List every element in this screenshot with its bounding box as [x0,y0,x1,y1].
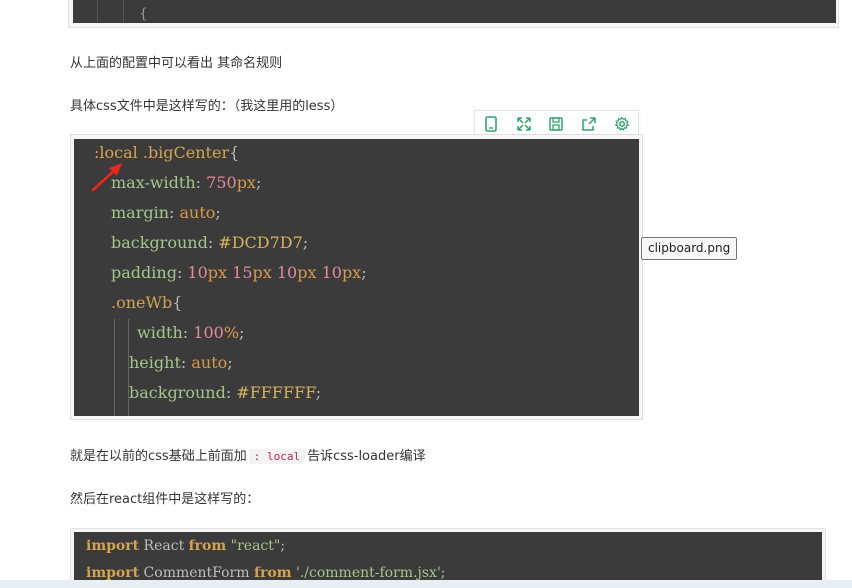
annotation-arrow-icon [91,163,122,192]
code-line-9: background: #FFFFFF; [129,383,322,402]
paragraph-local-prefix-text: 就是在以前的css基础上前面加 [70,449,247,464]
code-line-5: padding: 10px 15px 10px 10px; [111,263,367,282]
import-line-1: import React from "react"; [86,538,286,554]
settings-icon[interactable] [612,114,632,134]
code-line-4: background: #DCD7D7; [111,233,309,252]
code-line-8: height: auto; [129,353,233,372]
paragraph-react-component: 然后在react组件中是这样写的： [70,492,260,507]
bottom-edge-strip [0,580,852,588]
paragraph-naming-rule: 从上面的配置中可以看出 其命名规则 [70,56,283,71]
fullscreen-icon[interactable] [514,114,534,134]
paragraph-local-suffix-text: 告诉css-loader编译 [307,449,426,464]
code-line-7: width: 100%; [137,323,245,342]
save-icon[interactable] [546,114,566,134]
share-icon[interactable] [579,114,599,134]
code-line-6: .oneWb{ [111,293,183,312]
code-line-3: margin: auto; [111,203,221,222]
top-code-brace: { [139,6,148,22]
code-image[interactable]: :local .bigCenter{ max-width: 750px; mar… [74,139,639,416]
code-line-2: max-width: 750px; [111,173,262,192]
mobile-icon[interactable] [481,114,501,134]
top-code-block [73,0,836,23]
import-line-2: import CommentForm from './comment-form.… [86,565,446,581]
inline-code-local: : local [248,449,306,464]
image-filename-tooltip: clipboard.png [641,237,738,260]
paragraph-css-file: 具体css文件中是这样写的：（我这里用的less） [70,99,344,114]
paragraph-local-prefix: 就是在以前的css基础上前面加: local 告诉css-loader编译 [70,445,426,464]
